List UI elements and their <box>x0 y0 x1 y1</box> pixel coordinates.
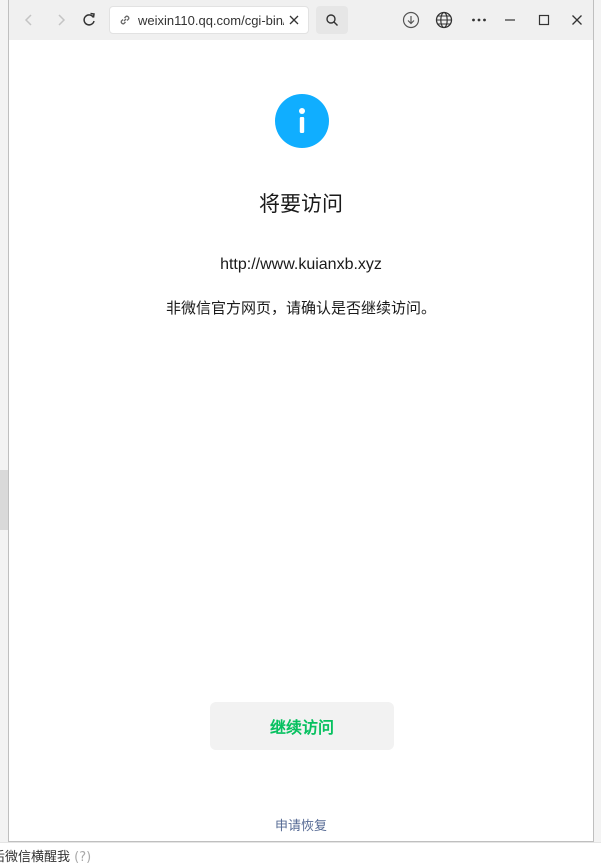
forward-button[interactable] <box>47 6 75 34</box>
minimize-icon <box>505 19 515 21</box>
restore-link[interactable]: 申请恢复 <box>9 815 593 834</box>
back-icon <box>24 14 32 26</box>
page-content: 将要访问 http://www.kuianxb.xyz 非微信官方网页，请确认是… <box>9 40 593 841</box>
globe-icon <box>435 11 453 29</box>
forward-icon <box>58 14 66 26</box>
clear-url-button[interactable] <box>286 12 302 28</box>
link-icon <box>118 13 132 32</box>
refresh-icon <box>83 12 95 26</box>
close-icon <box>289 15 299 25</box>
back-button[interactable] <box>15 6 43 34</box>
background-help: (?) <box>74 850 92 865</box>
download-icon <box>402 11 420 29</box>
address-text[interactable]: weixin110.qq.com/cgi-bin/ <box>138 13 284 28</box>
background-label: 后微信横醒我 <box>0 850 71 865</box>
refresh-button[interactable] <box>75 6 103 34</box>
maximize-button[interactable] <box>530 6 558 34</box>
language-button[interactable] <box>430 6 458 34</box>
download-button[interactable] <box>397 6 425 34</box>
close-window-button[interactable] <box>563 6 591 34</box>
maximize-icon <box>538 14 550 26</box>
title-bar: weixin110.qq.com/cgi-bin/ <box>9 0 593 40</box>
background-panel <box>0 470 8 530</box>
page-title: 将要访问 <box>259 192 343 216</box>
more-button[interactable] <box>465 6 493 34</box>
target-url: http://www.kuianxb.xyz <box>220 256 382 273</box>
browser-window: weixin110.qq.com/cgi-bin/ 将要访问 http://ww… <box>8 0 594 842</box>
more-icon <box>472 18 486 22</box>
warning-message: 非微信官方网页，请确认是否继续访问。 <box>165 299 436 317</box>
search-icon <box>326 14 338 26</box>
minimize-button[interactable] <box>496 6 524 34</box>
continue-button[interactable]: 继续访问 <box>210 702 394 750</box>
background-bottom-text: 后微信横醒我 (?) <box>0 846 91 865</box>
search-button[interactable] <box>316 6 348 34</box>
close-icon <box>572 15 582 25</box>
address-bar[interactable]: weixin110.qq.com/cgi-bin/ <box>109 6 309 34</box>
info-icon <box>275 94 329 148</box>
